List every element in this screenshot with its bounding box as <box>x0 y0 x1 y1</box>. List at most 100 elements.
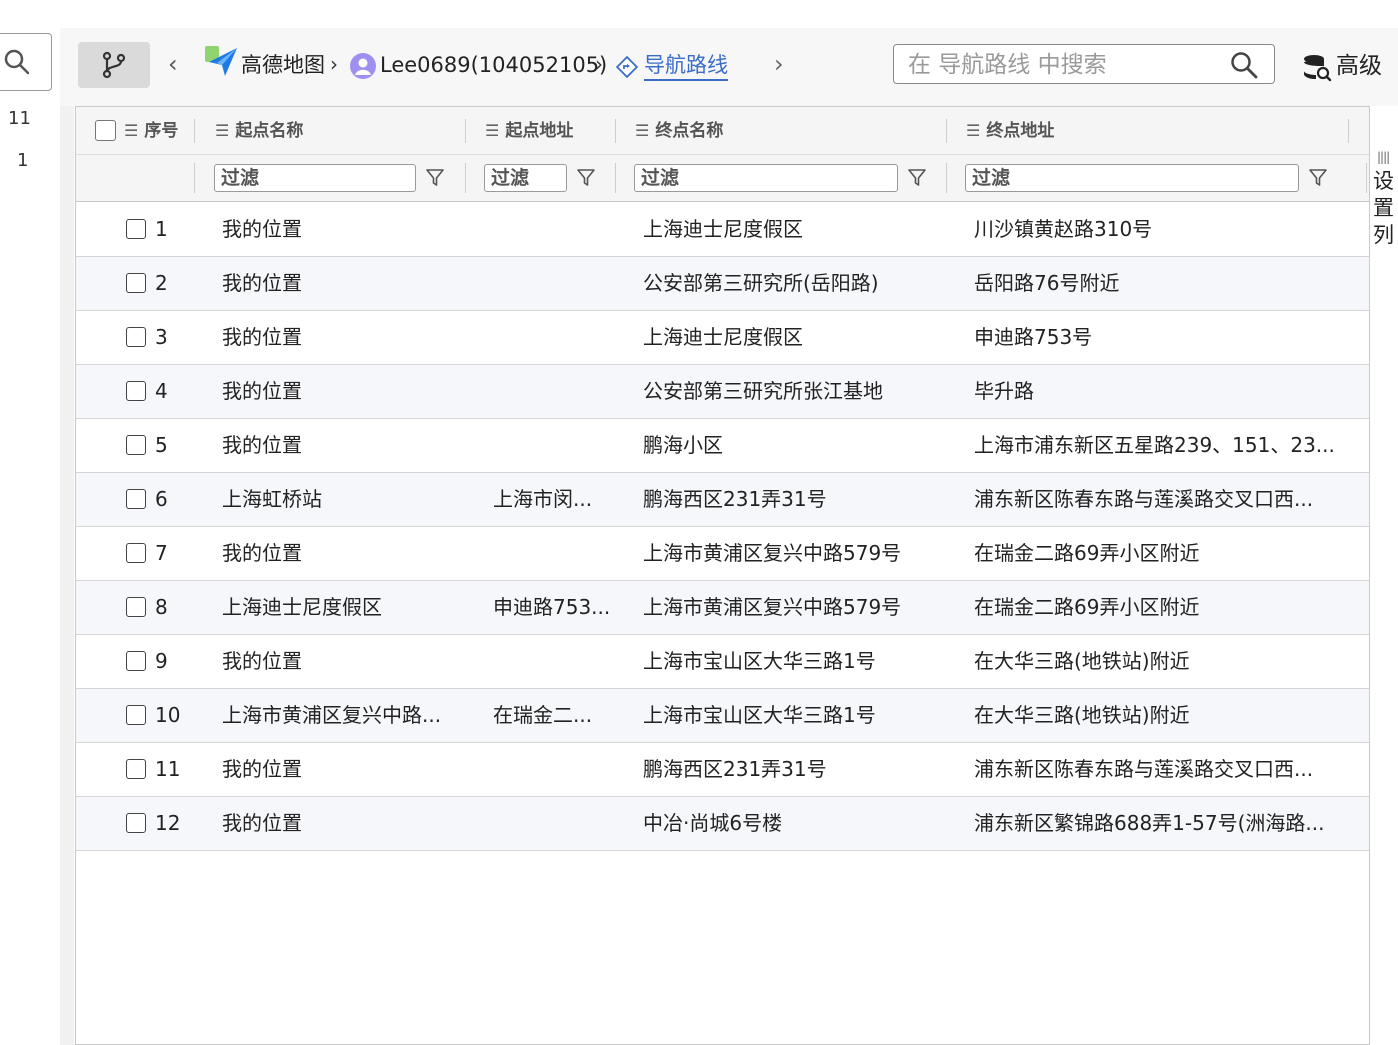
column-separator[interactable] <box>1348 119 1349 143</box>
row-checkbox[interactable] <box>126 327 146 347</box>
gutter <box>60 28 74 1045</box>
row-checkbox[interactable] <box>126 597 146 617</box>
cell-end-name: 上海市宝山区大华三路1号 <box>643 703 876 727</box>
cell-end-name: 中冶·尚城6号楼 <box>643 811 783 835</box>
cell-start-name: 我的位置 <box>222 217 302 241</box>
amap-logo-icon <box>205 46 237 76</box>
column-header-end-name[interactable]: ☰ 终点名称 <box>635 107 723 155</box>
cell-start-addr <box>493 797 613 849</box>
column-header-start-name[interactable]: ☰ 起点名称 <box>215 107 303 155</box>
cell-start-addr: 申迪路753... <box>493 595 611 619</box>
column-header-start-addr[interactable]: ☰ 起点地址 <box>485 107 573 155</box>
nav-back-button[interactable]: ‹ <box>168 52 178 76</box>
column-menu-icon[interactable]: ☰ <box>215 121 229 140</box>
filter-icon[interactable] <box>425 168 445 188</box>
table-row[interactable]: 3 我的位置 上海迪士尼度假区 申迪路753号 <box>76 311 1369 365</box>
column-header-seq[interactable]: ☰ 序号 <box>124 107 178 155</box>
row-checkbox[interactable] <box>126 813 146 833</box>
row-checkbox[interactable] <box>126 435 146 455</box>
grid-header-row: ☰ 序号 ☰ 起点名称 ☰ 起点地址 ☰ 终点名称 ☰ 终点地址 <box>76 107 1369 155</box>
table-row[interactable]: 9 我的位置 上海市宝山区大华三路1号 在大华三路(地铁站)附近 <box>76 635 1369 689</box>
cell-start-addr <box>493 365 613 417</box>
filter-icon[interactable] <box>1308 168 1328 188</box>
cell-start-name: 上海市黄浦区复兴中路... <box>222 703 442 727</box>
cell-end-addr: 川沙镇黄赵路310号 <box>974 217 1153 241</box>
column-separator[interactable] <box>946 119 947 143</box>
cell-seq: 7 <box>155 541 168 565</box>
cell-end-name: 公安部第三研究所张江基地 <box>643 379 883 403</box>
column-separator[interactable] <box>465 119 466 143</box>
column-separator[interactable] <box>615 119 616 143</box>
row-checkbox[interactable] <box>126 219 146 239</box>
row-checkbox[interactable] <box>126 543 146 563</box>
filter-icon[interactable] <box>576 168 596 188</box>
filter-input-end-name[interactable] <box>635 165 897 191</box>
advanced-search-label: 高级 <box>1336 53 1382 79</box>
cell-seq: 11 <box>155 757 181 781</box>
column-label-seq: 序号 <box>144 121 179 141</box>
filter-input-start-name[interactable] <box>215 165 415 191</box>
row-checkbox[interactable] <box>126 273 146 293</box>
column-separator <box>1366 163 1367 193</box>
table-row[interactable]: 7 我的位置 上海市黄浦区复兴中路579号 在瑞金二路69弄小区附近 <box>76 527 1369 581</box>
column-menu-icon[interactable]: ☰ <box>966 121 980 140</box>
cell-start-name: 我的位置 <box>222 757 302 781</box>
filter-input-end-addr[interactable] <box>966 165 1298 191</box>
row-checkbox[interactable] <box>126 759 146 779</box>
cell-end-name: 上海市黄浦区复兴中路579号 <box>643 595 902 619</box>
table-row[interactable]: 11 我的位置 鹏海西区231弄31号 浦东新区陈春东路与莲溪路交叉口西... <box>76 743 1369 797</box>
table-row[interactable]: 12 我的位置 中冶·尚城6号楼 浦东新区繁锦路688弄1-57号(洲海路... <box>76 797 1369 851</box>
column-separator[interactable] <box>194 119 195 143</box>
filter-icon[interactable] <box>907 168 927 188</box>
row-checkbox[interactable] <box>126 381 146 401</box>
cell-start-name: 上海虹桥站 <box>222 487 322 511</box>
cell-start-name: 我的位置 <box>222 325 302 349</box>
cell-seq: 9 <box>155 649 168 673</box>
left-strip <box>0 0 60 1045</box>
breadcrumb-current[interactable]: 导航路线 <box>644 51 728 81</box>
search-icon[interactable] <box>1230 51 1258 79</box>
nav-forward-button[interactable]: › <box>774 51 784 77</box>
breadcrumb-separator: › <box>595 52 603 76</box>
cell-start-addr <box>493 527 613 579</box>
table-row[interactable]: 2 我的位置 公安部第三研究所(岳阳路) 岳阳路76号附近 <box>76 257 1369 311</box>
cell-start-name: 我的位置 <box>222 541 302 565</box>
left-search-button[interactable] <box>0 33 52 91</box>
row-checkbox[interactable] <box>126 651 146 671</box>
column-label-start-name: 起点名称 <box>235 121 304 141</box>
table-row[interactable]: 4 我的位置 公安部第三研究所张江基地 毕升路 <box>76 365 1369 419</box>
table-row[interactable]: 1 我的位置 上海迪士尼度假区 川沙镇黄赵路310号 <box>76 203 1369 257</box>
breadcrumb-app[interactable]: 高德地图 <box>241 51 325 79</box>
branch-button[interactable] <box>78 42 150 88</box>
cell-start-addr <box>493 311 613 363</box>
table-row[interactable]: 5 我的位置 鹏海小区 上海市浦东新区五星路239、151、23... <box>76 419 1369 473</box>
table-row[interactable]: 8 上海迪士尼度假区 申迪路753... 上海市黄浦区复兴中路579号 在瑞金二… <box>76 581 1369 635</box>
table-row[interactable]: 6 上海虹桥站 上海市闵... 鹏海西区231弄31号 浦东新区陈春东路与莲溪路… <box>76 473 1369 527</box>
row-checkbox[interactable] <box>126 705 146 725</box>
cell-end-name: 公安部第三研究所(岳阳路) <box>643 271 879 295</box>
column-label-end-addr: 终点地址 <box>986 121 1055 141</box>
row-checkbox[interactable] <box>126 489 146 509</box>
cell-end-name: 鹏海西区231弄31号 <box>643 757 827 781</box>
column-menu-icon[interactable]: ☰ <box>635 121 649 140</box>
cell-end-addr: 浦东新区陈春东路与莲溪路交叉口西... <box>974 487 1314 511</box>
column-settings-label[interactable]: 设置列 <box>1373 168 1397 249</box>
column-menu-icon[interactable]: ☰ <box>124 121 138 140</box>
column-menu-icon[interactable]: ☰ <box>485 121 499 140</box>
column-header-end-addr[interactable]: ☰ 终点地址 <box>966 107 1054 155</box>
cell-seq: 5 <box>155 433 168 457</box>
cell-end-addr: 浦东新区陈春东路与莲溪路交叉口西... <box>974 757 1314 781</box>
filter-input-start-addr[interactable] <box>485 165 566 191</box>
breadcrumb-user[interactable]: Lee0689(104052105) <box>380 51 607 79</box>
filter-start-name <box>214 164 416 192</box>
cell-start-name: 我的位置 <box>222 811 302 835</box>
table-row[interactable]: 10 上海市黄浦区复兴中路... 在瑞金二... 上海市宝山区大华三路1号 在大… <box>76 689 1369 743</box>
left-count-1: 11 <box>8 108 31 129</box>
cell-seq: 12 <box>155 811 181 835</box>
cell-end-name: 上海市黄浦区复兴中路579号 <box>643 541 902 565</box>
select-all-checkbox[interactable] <box>95 120 116 141</box>
search-input[interactable] <box>906 49 1220 81</box>
drag-handle-icon[interactable]: |||| <box>1377 150 1390 164</box>
branch-icon <box>102 51 126 79</box>
cell-end-addr: 申迪路753号 <box>974 325 1093 349</box>
